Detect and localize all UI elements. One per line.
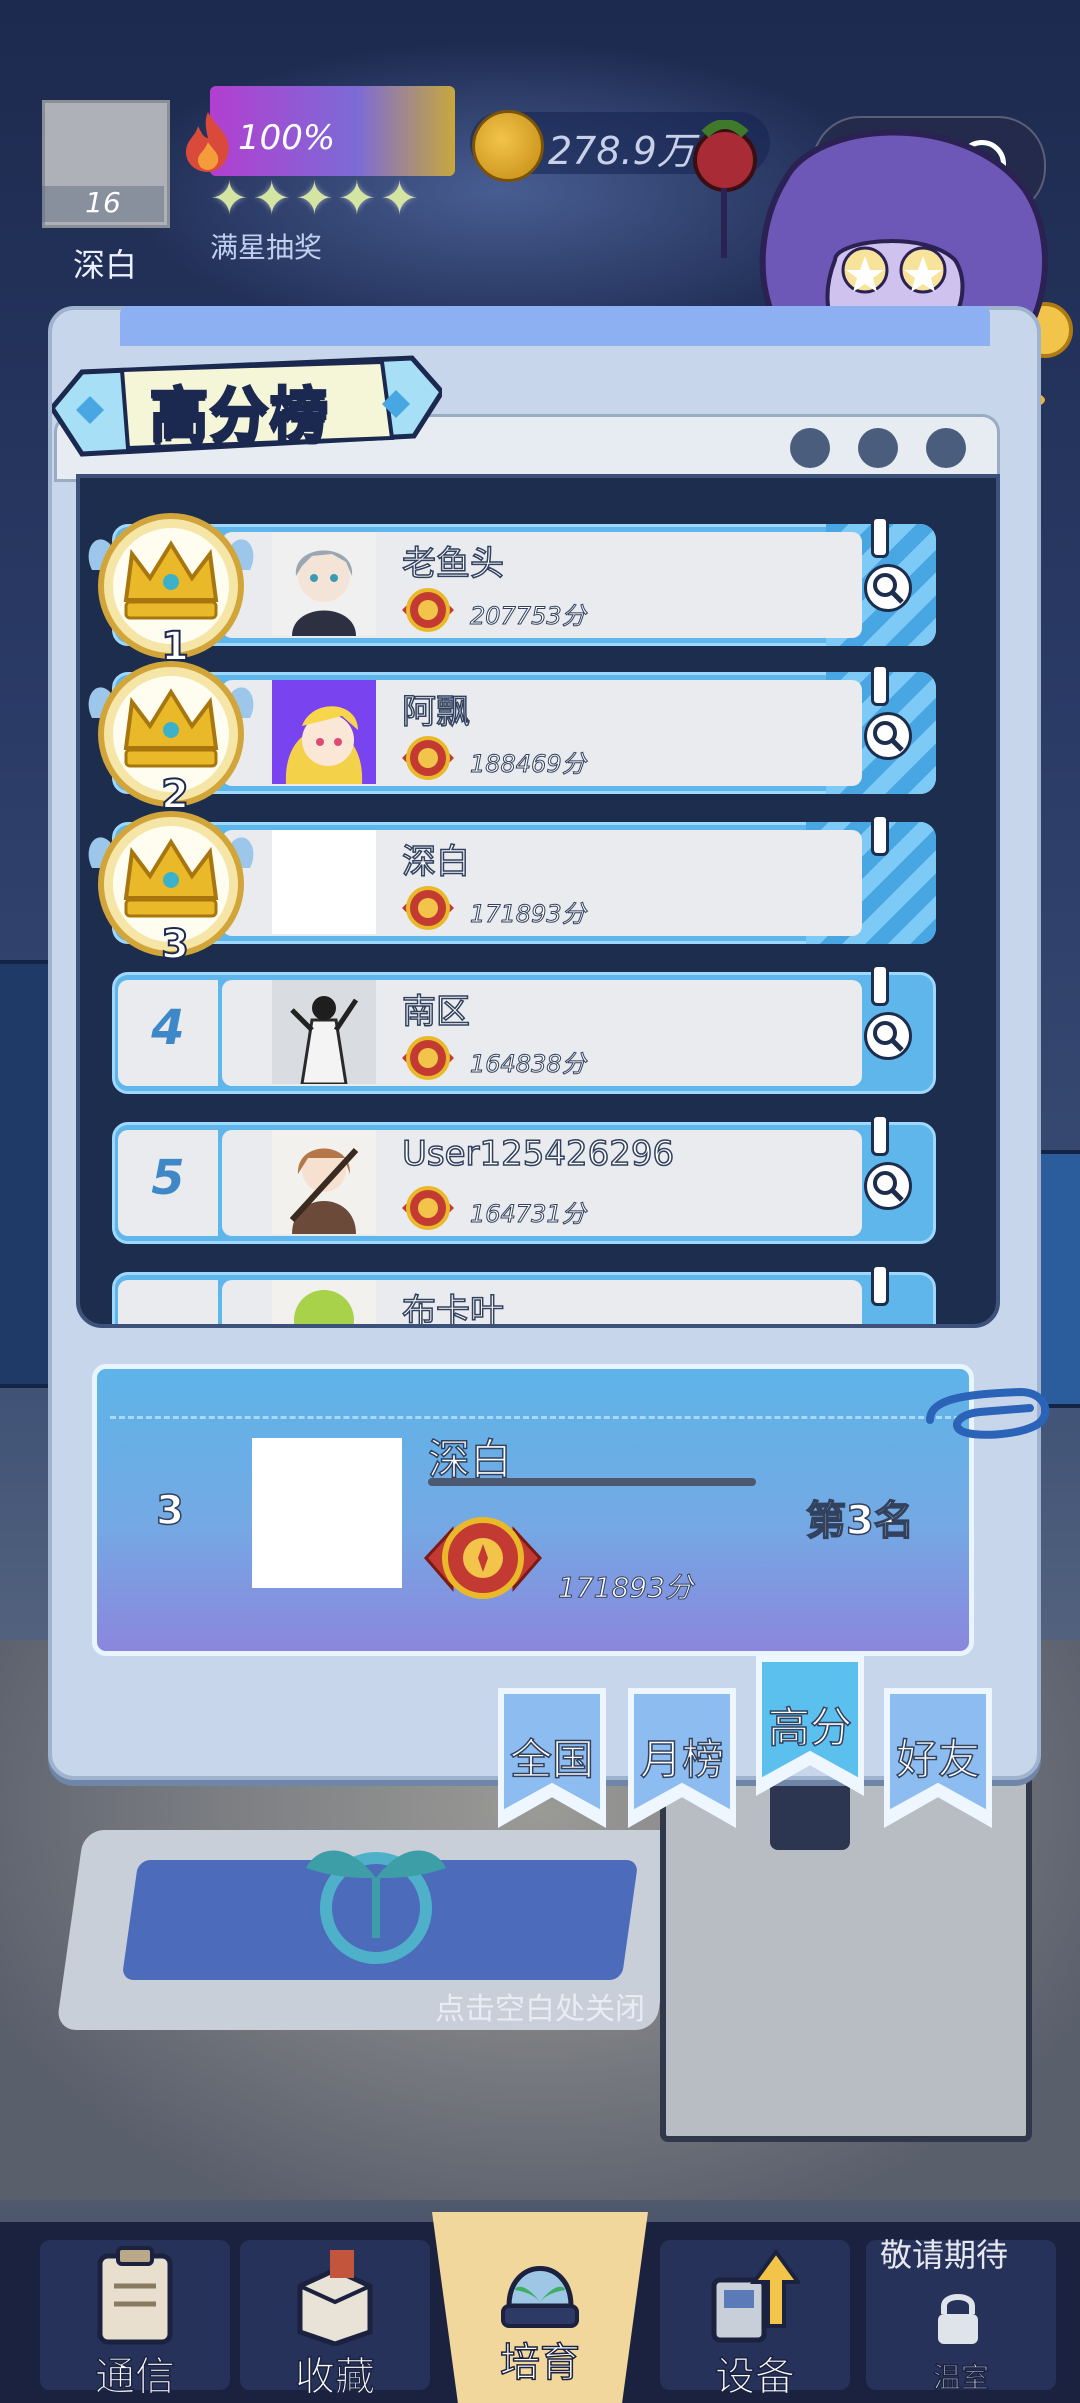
rank-number: 5 — [151, 1150, 185, 1206]
tab-friends[interactable]: 好友 — [884, 1688, 992, 1828]
nav-item-communication[interactable]: 通信 — [40, 2232, 230, 2402]
player-avatar[interactable] — [272, 532, 376, 636]
rank-number: 3 — [160, 921, 190, 969]
row-pin — [871, 1114, 889, 1156]
player-name: 南区 — [401, 991, 471, 1033]
star-icon: ✦ — [252, 171, 292, 225]
player-level: 16 — [42, 186, 164, 222]
leaderboard-list[interactable]: 1 老鱼头 207753分 2 阿飘 188469分 3 深白 171893分 … — [76, 474, 1000, 1328]
paperclip-icon — [926, 1387, 1050, 1439]
tab-label: 高分 — [767, 1702, 853, 1753]
rank-badge-icon — [402, 1036, 454, 1080]
player-avatar[interactable] — [272, 830, 376, 934]
window-dot — [790, 428, 830, 468]
view-player-button[interactable] — [864, 564, 912, 612]
row-pin — [871, 814, 889, 856]
player-avatar[interactable] — [272, 680, 376, 784]
clipboard-icon — [97, 2246, 173, 2345]
my-rank-divider — [110, 1416, 960, 1419]
window-dot — [926, 428, 966, 468]
star-rating: ✦ ✦ ✦ ✦ ✦ — [210, 171, 470, 226]
my-score: 171893分 — [558, 1571, 694, 1605]
player-name: 老鱼头 — [401, 543, 505, 585]
magnifier-icon — [873, 1171, 904, 1202]
player-name: 阿飘 — [401, 691, 471, 733]
player-avatar[interactable] — [272, 1130, 376, 1234]
player-avatar[interactable] — [272, 1280, 376, 1328]
box-icon — [297, 2250, 373, 2346]
star-rate-value: 100% — [238, 118, 336, 158]
player-name-top: 深白 — [72, 246, 137, 284]
player-score: 164731分 — [470, 1200, 587, 1229]
magnifier-icon — [873, 721, 904, 752]
nav-label: 通信 — [94, 2353, 176, 2401]
row-pin — [871, 964, 889, 1006]
player-score: 171893分 — [470, 900, 587, 929]
player-score: 164838分 — [470, 1050, 587, 1079]
tab-high-score[interactable]: 高分 — [756, 1656, 864, 1796]
panel-top-strip — [120, 306, 990, 346]
nav-item-collection[interactable]: 收藏 — [240, 2232, 430, 2402]
tab-monthly[interactable]: 月榜 — [628, 1688, 736, 1828]
nav-item-cultivate[interactable]: 培育 — [445, 2232, 635, 2402]
row-pin — [871, 1264, 889, 1306]
leaderboard-row[interactable]: 2 阿飘 188469分 — [88, 661, 936, 819]
coin-icon — [472, 110, 544, 182]
rank-badge-icon — [402, 886, 454, 930]
seed-bank-logo-icon — [306, 1850, 446, 1964]
lock-icon — [938, 2294, 978, 2344]
star-icon: ✦ — [337, 171, 377, 225]
view-player-button[interactable] — [864, 1162, 912, 1210]
rank-pad — [118, 1280, 218, 1324]
nav-label: 设备 — [714, 2353, 796, 2401]
leaderboard-row[interactable]: 布卡叶 — [112, 1264, 936, 1328]
panel-title: 高分榜 — [148, 380, 330, 451]
player-name: 布卡叶 — [401, 1291, 505, 1328]
nav-label: 温室 — [932, 2360, 990, 2395]
star-icon: ✦ — [295, 171, 334, 225]
view-player-button[interactable] — [864, 1012, 912, 1060]
magnifier-icon — [873, 1021, 904, 1052]
view-player-button[interactable] — [864, 712, 912, 760]
player-avatar[interactable] — [272, 980, 376, 1084]
leaderboard-row[interactable]: 5 User125426296 164731分 — [112, 1114, 936, 1244]
nav-item-equipment[interactable]: 设备 — [660, 2232, 850, 2402]
tab-national[interactable]: 全国 — [498, 1688, 606, 1828]
nav-label: 培育 — [499, 2339, 581, 2387]
window-dot — [858, 428, 898, 468]
my-name-underline — [428, 1478, 756, 1486]
my-avatar[interactable] — [252, 1438, 402, 1588]
my-rank-number: 3 — [155, 1487, 184, 1535]
star-icon: ✦ — [210, 171, 249, 225]
magnifier-icon — [873, 573, 904, 604]
rank-badge-icon — [402, 1186, 454, 1230]
player-score: 207753分 — [470, 602, 587, 631]
my-place: 第3名 — [805, 1497, 914, 1545]
tab-label: 月榜 — [639, 1734, 725, 1785]
row-pin — [871, 664, 889, 706]
leaderboard-row[interactable]: 1 老鱼头 207753分 — [88, 513, 936, 671]
player-name: 深白 — [401, 841, 471, 883]
player-score: 188469分 — [470, 750, 587, 779]
player-name: User125426296 — [401, 1133, 675, 1175]
fire-icon — [186, 112, 229, 172]
tab-label: 全国 — [509, 1734, 595, 1785]
rank-badge-icon — [402, 736, 454, 780]
leaderboard-row[interactable]: 3 深白 171893分 — [88, 811, 936, 969]
machine-upgrade-icon — [711, 2248, 800, 2343]
close-hint[interactable]: 点击空白处关闭 — [0, 1984, 1080, 2028]
leaderboard-row[interactable]: 4 南区 164838分 — [112, 964, 936, 1094]
rank-number: 4 — [151, 1000, 185, 1056]
rank-badge-icon — [402, 588, 454, 632]
nav-label: 收藏 — [294, 2353, 376, 2401]
coming-soon-label: 敬请期待 — [880, 2236, 1009, 2274]
rank-badge-icon — [423, 1517, 543, 1599]
tab-label: 好友 — [895, 1734, 981, 1785]
star-icon: ✦ — [380, 171, 419, 225]
star-lottery-label[interactable]: 满星抽奖 — [210, 226, 322, 266]
row-pin — [871, 516, 889, 558]
